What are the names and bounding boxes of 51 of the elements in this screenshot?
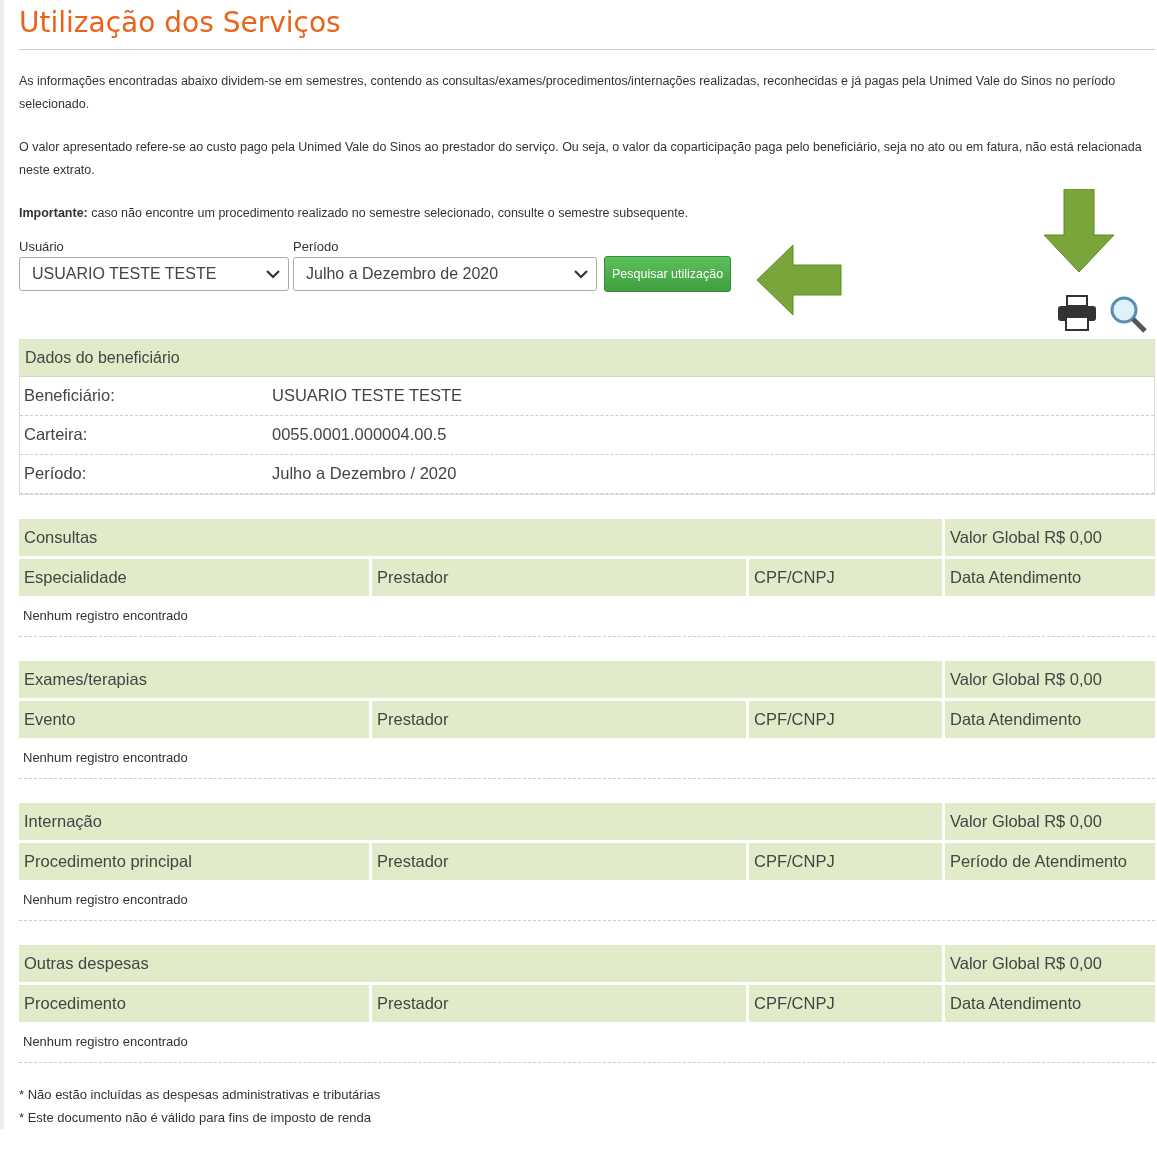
column-header: Especialidade xyxy=(19,559,369,596)
column-header: Evento xyxy=(19,701,369,738)
footnote: * Não estão incluídas as despesas administrativas e tributárias xyxy=(19,1086,382,1104)
field-value: USUARIO TESTE TESTE xyxy=(272,386,464,405)
select-field[interactable]: Julho a Dezembro de 2020 xyxy=(293,257,597,291)
column-header: Prestador xyxy=(372,559,746,596)
section-total: Valor Global R$ 0,00 xyxy=(945,945,1155,982)
section-total: Valor Global R$ 0,00 xyxy=(945,803,1155,840)
column-header: Data Atendimento xyxy=(945,701,1155,738)
info-paragraph: As informações encontradas abaixo dividem-se em semestres, contendo as consultas/exames/procedimentos/internações realizadas, reconhecidas e já pagas pela Unimed Vale do Sinos no período selecionado. xyxy=(19,73,1117,113)
magnifier-icon[interactable] xyxy=(1109,295,1147,333)
column-header: Data Atendimento xyxy=(945,985,1155,1022)
section-total: Valor Global R$ 0,00 xyxy=(945,519,1155,556)
chevron-down-icon xyxy=(266,269,280,279)
page-title: Utilização dos Serviços xyxy=(19,4,1155,50)
empty-message: Nenhum registro encontrado xyxy=(19,1022,1155,1063)
column-header: CPF/CNPJ xyxy=(749,985,942,1022)
section-header: Internação xyxy=(19,803,942,840)
field-label: Usuário xyxy=(19,239,65,254)
field-label: Período: xyxy=(24,464,88,483)
column-header: CPF/CNPJ xyxy=(749,843,942,880)
printer-icon[interactable] xyxy=(1057,295,1097,331)
column-header: CPF/CNPJ xyxy=(749,559,942,596)
footnote: * Este documento não é válido para fins de imposto de renda xyxy=(19,1109,372,1127)
section-header: Outras despesas xyxy=(19,945,942,982)
section-header: Dados do beneficiário xyxy=(20,340,1154,377)
empty-message: Nenhum registro encontrado xyxy=(19,880,1155,921)
column-header: Prestador xyxy=(372,843,746,880)
field-label: Período xyxy=(293,239,340,254)
empty-message: Nenhum registro encontrado xyxy=(19,738,1155,779)
field-value: Julho a Dezembro / 2020 xyxy=(272,464,458,483)
field-label: Carteira: xyxy=(24,425,89,444)
section-header: Exames/terapias xyxy=(19,661,942,698)
left-arrow-icon xyxy=(757,243,844,317)
section-total: Valor Global R$ 0,00 xyxy=(945,661,1155,698)
column-header: Prestador xyxy=(372,985,746,1022)
empty-message: Nenhum registro encontrado xyxy=(19,596,1155,637)
column-header: Prestador xyxy=(372,701,746,738)
section-header: Consultas xyxy=(19,519,942,556)
column-header: Procedimento xyxy=(19,985,369,1022)
column-header: Período de Atendimento xyxy=(945,843,1155,880)
info-paragraph: O valor apresentado refere-se ao custo pago pela Unimed Vale do Sinos ao prestador do serviço. Ou seja, o valor da coparticipação paga pelo beneficiário, seja no ato ou em fatura, não está relacionada neste extrato. xyxy=(19,139,1143,179)
column-header: Procedimento principal xyxy=(19,843,369,880)
select-field[interactable]: USUARIO TESTE TESTE xyxy=(19,257,289,291)
info-paragraph: Importante: caso não encontre um procedimento realizado no semestre selecionado, consulte o semestre subsequente. xyxy=(19,205,690,222)
column-header: Data Atendimento xyxy=(945,559,1155,596)
column-header: CPF/CNPJ xyxy=(749,701,942,738)
chevron-down-icon xyxy=(574,269,588,279)
field-value: 0055.0001.000004.00.5 xyxy=(272,425,448,444)
field-label: Beneficiário: xyxy=(24,386,116,405)
down-arrow-icon xyxy=(1043,189,1115,273)
